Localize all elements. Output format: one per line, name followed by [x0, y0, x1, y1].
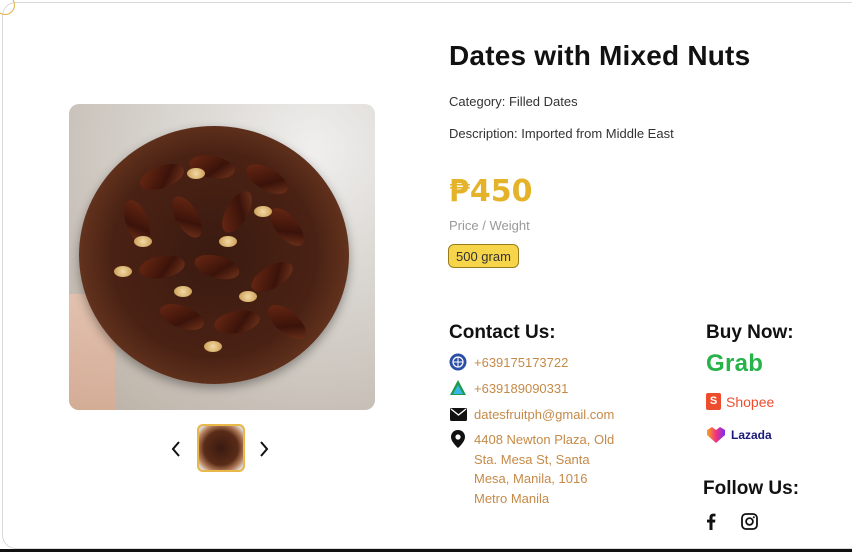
- shopee-link[interactable]: S Shopee: [706, 393, 774, 410]
- smart-telecom-icon: [449, 379, 467, 397]
- follow-heading: Follow Us:: [703, 478, 800, 499]
- product-price: ₱450: [449, 174, 533, 209]
- lazada-heart-icon: [707, 427, 725, 443]
- shopee-bag-icon: S: [706, 393, 721, 410]
- contact-email[interactable]: datesfruitph@gmail.com: [449, 405, 614, 425]
- chevron-right-icon: [260, 441, 269, 457]
- contact-address[interactable]: 4408 Newton Plaza, Old Sta. Mesa St, San…: [449, 430, 619, 508]
- product-title: Dates with Mixed Nuts: [449, 40, 751, 71]
- buy-now-heading: Buy Now:: [706, 322, 794, 343]
- grab-link[interactable]: Grab: [706, 350, 763, 378]
- facebook-link[interactable]: [702, 512, 720, 530]
- address-text: 4408 Newton Plaza, Old Sta. Mesa St, San…: [474, 432, 615, 506]
- facebook-icon: [707, 513, 716, 530]
- lazada-label: Lazada: [731, 428, 772, 442]
- contact-phone-1[interactable]: +639175173722: [449, 353, 568, 373]
- corner-decoration: [0, 0, 15, 15]
- lazada-link[interactable]: Lazada: [706, 427, 772, 443]
- shopee-label: Shopee: [726, 393, 775, 410]
- product-main-image: [69, 104, 375, 410]
- phone-1-text: +639175173722: [474, 355, 569, 370]
- globe-telecom-icon: [449, 353, 467, 371]
- gallery-thumbnail[interactable]: [197, 424, 245, 472]
- phone-2-text: +639189090331: [474, 381, 569, 396]
- product-description: Description: Imported from Middle East: [449, 126, 674, 141]
- gallery-next-button[interactable]: [254, 437, 274, 461]
- email-text: datesfruitph@gmail.com: [474, 407, 615, 422]
- bowl-graphic: [79, 126, 349, 384]
- instagram-link[interactable]: [740, 512, 758, 530]
- instagram-icon: [740, 512, 758, 530]
- gallery-prev-button[interactable]: [166, 437, 186, 461]
- contact-heading: Contact Us:: [449, 322, 556, 343]
- price-weight-label: Price / Weight: [449, 218, 530, 233]
- chevron-left-icon: [171, 441, 180, 457]
- location-pin-icon: [449, 430, 467, 448]
- email-icon: [449, 405, 467, 423]
- weight-option-button[interactable]: 500 gram: [448, 244, 519, 268]
- grab-label: Grab: [706, 350, 764, 377]
- product-category: Category: Filled Dates: [449, 94, 578, 109]
- contact-phone-2[interactable]: +639189090331: [449, 379, 568, 399]
